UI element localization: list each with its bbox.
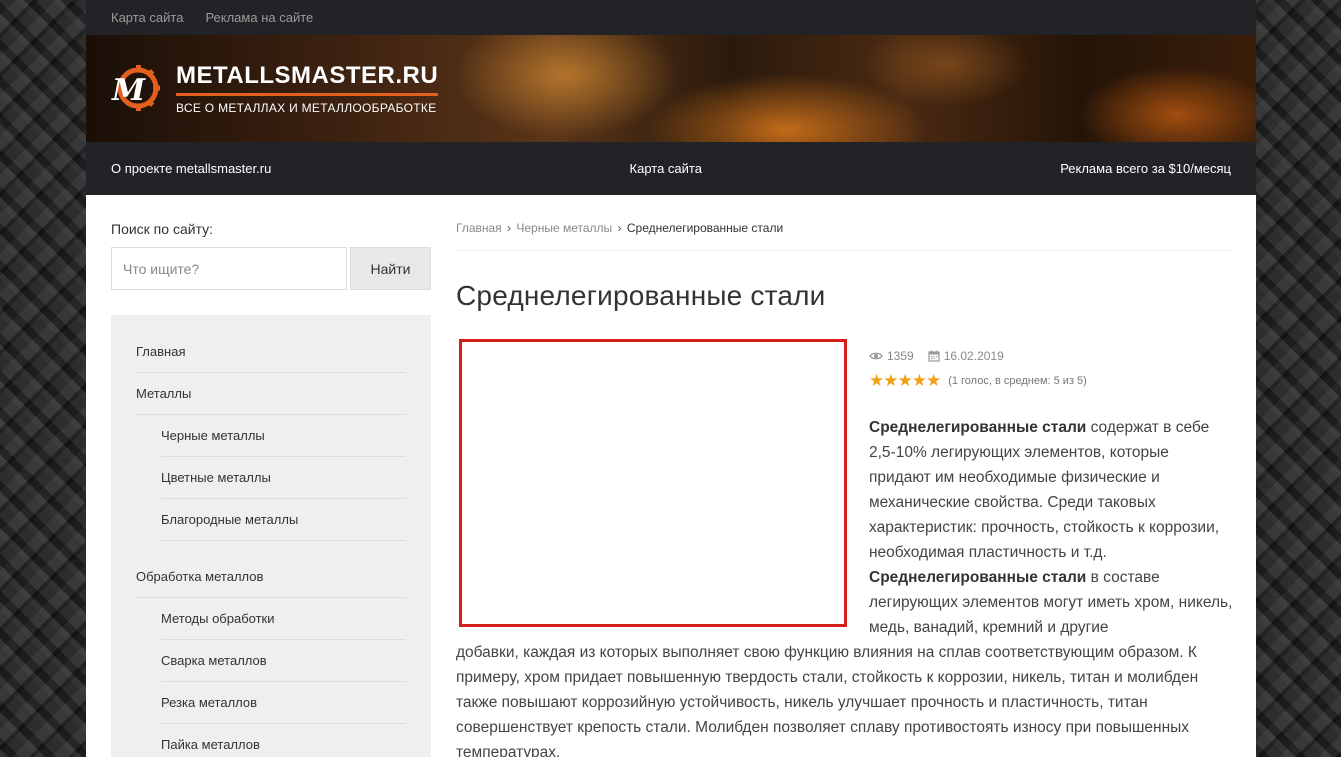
- rating: ★★★★★ (1 голос, в среднем: 5 из 5): [869, 371, 1087, 391]
- menu-item-welding[interactable]: Сварка металлов: [161, 640, 406, 682]
- page-wrapper: Карта сайта Реклама на сайте M METALLSMA…: [86, 0, 1256, 757]
- breadcrumb-current: Среднелегированные стали: [626, 221, 784, 235]
- breadcrumb-separator: ›: [507, 221, 512, 235]
- search-input[interactable]: [111, 247, 347, 290]
- top-bar: Карта сайта Реклама на сайте: [86, 0, 1256, 35]
- menu-item-nonferrous-metals[interactable]: Цветные металлы: [161, 457, 406, 499]
- star-rating[interactable]: ★★★★★: [869, 371, 941, 391]
- views-count: 1359: [887, 349, 914, 363]
- topbar-link-advertising[interactable]: Реклама на сайте: [205, 10, 313, 25]
- article-title: Среднелегированные стали: [456, 280, 826, 311]
- lead-bold-2: Среднелегированные стали: [869, 569, 1087, 586]
- publish-date: 16.02.2019: [928, 349, 1004, 363]
- nav-sitemap[interactable]: Карта сайта: [630, 161, 702, 176]
- views-counter: 1359: [869, 349, 914, 363]
- breadcrumb-separator: ›: [617, 221, 622, 235]
- menu-item-cutting[interactable]: Резка металлов: [161, 682, 406, 724]
- nav-advertising[interactable]: Реклама всего за $10/месяц: [1060, 161, 1231, 176]
- gear-logo-icon[interactable]: M: [110, 63, 160, 113]
- menu-item-ferrous-metals[interactable]: Черные металлы: [161, 415, 406, 457]
- article-image-placeholder: [459, 339, 847, 627]
- main-navigation: О проекте metallsmaster.ru Карта сайта Р…: [86, 142, 1256, 195]
- lead-text-1: содержат в себе 2,5-10% легирующих элеме…: [869, 419, 1220, 561]
- search-label: Поиск по сайту:: [111, 221, 214, 237]
- lead-bold-1: Среднелегированные стали: [869, 419, 1087, 436]
- search-button[interactable]: Найти: [350, 247, 431, 290]
- menu-item-metals[interactable]: Металлы: [136, 373, 406, 415]
- menu-item-processing-methods[interactable]: Методы обработки: [161, 598, 406, 640]
- topbar-link-sitemap[interactable]: Карта сайта: [111, 10, 183, 25]
- date-value: 16.02.2019: [943, 349, 1004, 363]
- breadcrumb-section[interactable]: Черные металлы: [516, 221, 612, 235]
- svg-text:M: M: [111, 73, 146, 108]
- menu-item-metal-processing[interactable]: Обработка металлов: [136, 556, 406, 598]
- site-title[interactable]: METALLSMASTER.RU: [176, 62, 439, 96]
- article-body: добавки, каждая из которых выполняет сво…: [456, 644, 1199, 757]
- eye-icon: [869, 352, 883, 360]
- calendar-icon: [928, 350, 940, 362]
- menu-item-soldering[interactable]: Пайка металлов: [161, 724, 406, 757]
- article-meta: 1359 16.02.2019: [869, 349, 1004, 363]
- site-header: M METALLSMASTER.RU ВСЕ О МЕТАЛЛАХ И МЕТА…: [86, 35, 1256, 142]
- nav-about[interactable]: О проекте metallsmaster.ru: [111, 161, 271, 176]
- breadcrumb-home[interactable]: Главная: [456, 221, 502, 235]
- menu-item-home[interactable]: Главная: [136, 331, 406, 373]
- rating-text: (1 голос, в среднем: 5 из 5): [948, 375, 1087, 387]
- article-lead: Среднелегированные стали содержат в себе…: [869, 415, 1234, 640]
- sidebar-menu: Главная Металлы Черные металлы Цветные м…: [111, 315, 431, 757]
- breadcrumb: Главная › Черные металлы › Среднелегиров…: [456, 221, 1231, 251]
- content-area: Поиск по сайту: Найти Главная Металлы Че…: [86, 195, 1256, 757]
- site-tagline: ВСЕ О МЕТАЛЛАХ И МЕТАЛЛООБРАБОТКЕ: [176, 101, 437, 115]
- menu-item-precious-metals[interactable]: Благородные металлы: [161, 499, 406, 541]
